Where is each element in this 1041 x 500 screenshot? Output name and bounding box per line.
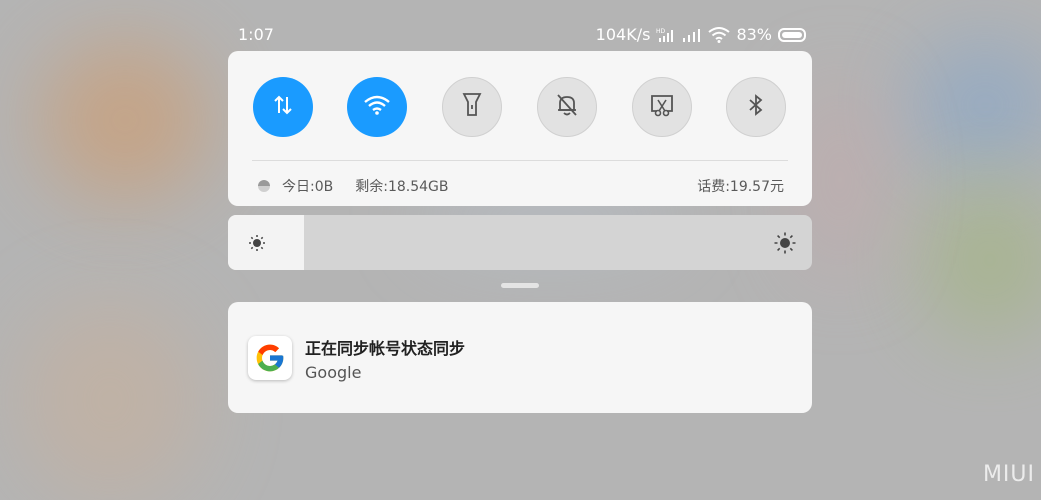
- scissors-screenshot-icon: [649, 92, 675, 122]
- panel-divider: [252, 160, 788, 161]
- google-icon: [248, 336, 292, 380]
- remaining-data: 剩余:18.54GB: [355, 179, 449, 195]
- bluetooth-icon: [746, 93, 766, 121]
- phone-balance: 话费:19.57元: [697, 179, 784, 195]
- brightness-low-icon: [248, 234, 266, 256]
- data-usage: 今日:0B 剩余:18.54GB: [258, 176, 448, 196]
- flashlight-icon: [460, 92, 484, 122]
- brightness-high-icon: [774, 232, 796, 258]
- hd-signal-icon: HD: [656, 27, 676, 43]
- screenshot-toggle[interactable]: [632, 77, 692, 137]
- wifi-toggle[interactable]: [347, 77, 407, 137]
- status-time: 1:07: [238, 25, 274, 44]
- drag-handle[interactable]: [501, 283, 539, 288]
- flashlight-toggle[interactable]: [442, 77, 502, 137]
- wifi-status-icon: [708, 26, 731, 43]
- battery-percent: 83%: [736, 25, 772, 44]
- bluetooth-toggle[interactable]: [726, 77, 786, 137]
- data-usage-icon: [258, 180, 270, 192]
- signal-icon: [682, 27, 702, 43]
- notification-app-name: Google: [305, 363, 362, 382]
- network-speed: 104K/s: [595, 25, 651, 44]
- brightness-slider[interactable]: [228, 215, 812, 270]
- data-arrows-icon: [272, 93, 294, 121]
- battery-icon: [778, 27, 808, 42]
- miui-watermark: MIUI: [982, 462, 1035, 487]
- status-bar: 1:07 104K/s HD 83%: [228, 22, 812, 46]
- today-usage: 今日:0B: [282, 179, 334, 195]
- bell-off-icon: [554, 92, 580, 122]
- wifi-icon: [363, 94, 391, 120]
- svg-text:HD: HD: [656, 28, 666, 35]
- mobile-data-toggle[interactable]: [253, 77, 313, 137]
- notification-title: 正在同步帐号状态同步: [305, 339, 466, 358]
- silent-toggle[interactable]: [537, 77, 597, 137]
- quick-settings-panel: 今日:0B 剩余:18.54GB 话费:19.57元: [228, 51, 812, 206]
- notification-card[interactable]: 正在同步帐号状态同步 Google: [228, 302, 812, 413]
